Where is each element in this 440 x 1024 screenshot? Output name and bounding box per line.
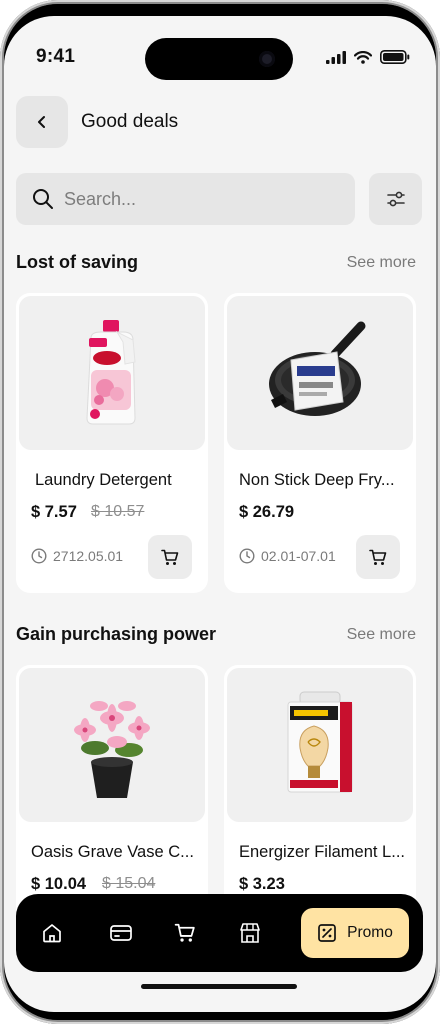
- add-to-cart-button[interactable]: [356, 535, 400, 579]
- product-image-flower-vase: [19, 668, 205, 822]
- product-name: Energizer Filament L...: [239, 843, 404, 861]
- cart-icon: [161, 549, 179, 565]
- nav-cards[interactable]: [109, 921, 133, 945]
- wifi-icon: [354, 50, 372, 64]
- frying-pan-icon: [269, 321, 366, 416]
- section-title-lost-of-saving: Lost of saving: [16, 252, 139, 272]
- light-bulb-box-icon: [287, 691, 353, 793]
- product-price: $ 7.57: [31, 503, 77, 521]
- dynamic-island: [145, 38, 293, 80]
- promo-label: Promo: [347, 924, 393, 941]
- product-card[interactable]: Non Stick Deep Fry... $ 26.79 02.01-07.0…: [224, 293, 416, 593]
- product-name: Non Stick Deep Fry...: [239, 471, 395, 489]
- signal-icon: [326, 50, 346, 64]
- product-old-price: $ 15.04: [102, 875, 156, 892]
- card-icon: [110, 925, 132, 941]
- deal-date-text: 02.01-07.01: [261, 548, 336, 564]
- store-icon: [240, 923, 260, 943]
- screen: 9:41 Good deals Search... Lost of saving…: [4, 4, 436, 1020]
- nav-home[interactable]: [40, 921, 64, 945]
- page-title: Good deals: [81, 111, 179, 132]
- clock-icon: [239, 548, 255, 564]
- product-price: $ 10.04: [31, 875, 87, 893]
- back-button[interactable]: [16, 96, 68, 148]
- app-screen: 9:41 Good deals Search... Lost of saving…: [4, 16, 436, 1012]
- detergent-bottle-icon: [86, 320, 136, 425]
- product-name: Oasis Grave Vase C...: [31, 843, 194, 861]
- filter-button[interactable]: [369, 173, 422, 225]
- status-time: 9:41: [36, 46, 76, 67]
- see-more-link[interactable]: See more: [347, 254, 416, 272]
- search-bar[interactable]: [16, 173, 355, 225]
- product-card[interactable]: Laundry Detergent $ 7.57 $ 10.57 2712.05…: [16, 293, 208, 593]
- search-input[interactable]: [64, 188, 324, 210]
- phone-frame: 9:41 Good deals Search... Lost of saving…: [0, 0, 440, 1024]
- flower-vase-icon: [74, 701, 150, 798]
- product-image-frying-pan: [227, 296, 413, 450]
- promo-button[interactable]: Promo: [301, 908, 409, 958]
- deal-date: 2712.05.01: [31, 548, 123, 564]
- discount-icon: [318, 924, 337, 942]
- add-to-cart-button[interactable]: [148, 535, 192, 579]
- nav-cart[interactable]: [173, 921, 197, 945]
- clock-icon: [31, 548, 47, 564]
- nav-store[interactable]: [238, 921, 262, 945]
- home-indicator: [141, 984, 297, 989]
- deal-date: 02.01-07.01: [239, 548, 336, 564]
- product-name: Laundry Detergent: [35, 471, 172, 489]
- sliders-icon: [386, 191, 405, 207]
- product-image-detergent: [19, 296, 205, 450]
- cart-icon: [369, 549, 387, 565]
- product-image-light-bulb-box: [227, 668, 413, 822]
- home-icon: [43, 924, 61, 943]
- cart-icon: [174, 923, 195, 942]
- product-price: $ 26.79: [239, 503, 295, 521]
- deal-date-text: 2712.05.01: [53, 548, 124, 564]
- status-icons: [326, 50, 410, 64]
- chevron-left-icon: [38, 116, 45, 128]
- product-old-price: $ 10.57: [91, 503, 145, 520]
- camera-icon: [259, 51, 275, 67]
- section-title-gain-purchasing-power: Gain purchasing power: [16, 624, 217, 644]
- bottom-nav: Promo: [16, 894, 423, 972]
- product-price: $ 3.23: [239, 875, 285, 893]
- search-icon: [33, 189, 53, 209]
- battery-icon: [380, 50, 410, 64]
- see-more-link[interactable]: See more: [347, 626, 416, 644]
